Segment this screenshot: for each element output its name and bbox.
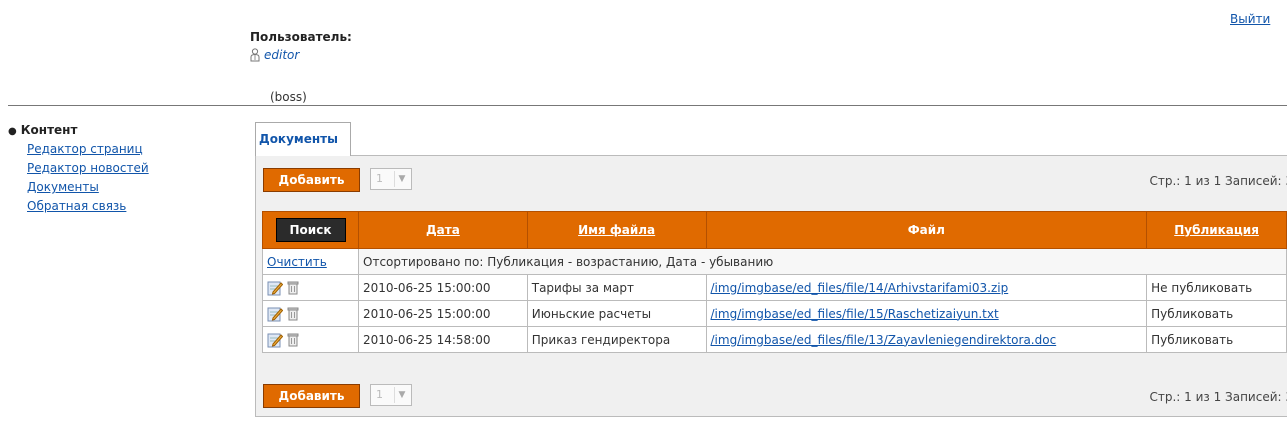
user-row: editor [250,48,352,62]
cell-name: Тарифы за март [526,274,707,301]
clear-cell: Очистить [261,248,360,275]
search-header: Поиск [261,211,360,249]
page-select-top[interactable]: 1 ▼ [370,168,412,190]
page-select-bottom[interactable]: 1 ▼ [370,384,412,406]
edit-icon[interactable] [267,280,283,296]
user-role: (boss) [270,90,307,104]
sidebar-item-news-editor[interactable]: Редактор новостей [27,161,149,175]
page-select-value: 1 [376,388,383,401]
chevron-down-icon: ▼ [394,387,409,403]
trash-icon[interactable] [287,280,299,296]
documents-table: Поиск Дата Имя файла Файл Публикация Очи… [261,211,1287,353]
cell-date: 2010-06-25 14:58:00 [358,326,528,353]
sidebar-item-documents[interactable]: Документы [27,180,149,194]
trash-icon[interactable] [287,332,299,348]
cell-date: 2010-06-25 15:00:00 [358,274,528,301]
column-header-date: Дата [358,211,528,249]
file-link[interactable]: /img/imgbase/ed_files/file/14/Arhivstari… [711,281,1009,295]
file-link[interactable]: /img/imgbase/ed_files/file/13/Zayavlenie… [711,333,1057,347]
cell-name: Приказ гендиректора [526,326,707,353]
table-header-row: Поиск Дата Имя файла Файл Публикация [261,211,1287,249]
user-block: Пользователь: editor [250,30,352,62]
table-row: 2010-06-25 15:00:00 Тарифы за март /img/… [261,274,1287,301]
sort-by-date-link[interactable]: Дата [426,223,460,237]
sidebar-item-feedback[interactable]: Обратная связь [27,199,149,213]
cell-date: 2010-06-25 15:00:00 [358,300,528,327]
cell-file: /img/imgbase/ed_files/file/15/Raschetiza… [705,300,1148,327]
page-select-value: 1 [376,172,383,185]
sidebar: ● Контент Редактор страниц Редактор новос… [8,123,149,213]
cell-file: /img/imgbase/ed_files/file/13/Zayavlenie… [705,326,1148,353]
sort-by-filename-link[interactable]: Имя файла [578,223,655,237]
filter-row: Очистить Отсортировано по: Публикация - … [261,248,1287,275]
user-name[interactable]: editor [264,48,299,62]
sidebar-section-label: Контент [20,123,78,137]
file-column-label: Файл [907,223,945,237]
row-actions [261,300,360,327]
logout-link[interactable]: Выйти [1230,12,1270,26]
sidebar-item-page-editor[interactable]: Редактор страниц [27,142,149,156]
tab-documents[interactable]: Документы [255,122,351,156]
cell-publication: Публиковать [1146,326,1287,353]
table-row: 2010-06-25 14:58:00 Приказ гендиректора … [261,326,1287,353]
row-actions [261,326,360,353]
user-icon [250,48,260,62]
sidebar-section-title: ● Контент [8,123,149,137]
trash-icon[interactable] [287,306,299,322]
table-row: 2010-06-25 15:00:00 Июньские расчеты /im… [261,300,1287,327]
pager-top: Стр.: 1 из 1 Записей: 3 [1149,174,1287,188]
cell-publication: Не публиковать [1146,274,1287,301]
tab-documents-label: Документы [259,132,338,146]
sort-by-publication-link[interactable]: Публикация [1174,223,1259,237]
add-button-top[interactable]: Добавить [263,168,360,192]
user-label: Пользователь: [250,30,352,44]
pager-bottom: Стр.: 1 из 1 Записей: 3 [1149,390,1287,404]
cell-file: /img/imgbase/ed_files/file/14/Arhivstari… [705,274,1148,301]
column-header-file: Файл [705,211,1148,249]
search-button[interactable]: Поиск [275,218,346,242]
bullet-icon: ● [8,126,17,137]
cell-name: Июньские расчеты [526,300,707,327]
column-header-filename: Имя файла [526,211,707,249]
add-button-bottom[interactable]: Добавить [263,384,360,408]
header-divider [8,105,1287,106]
clear-filter-link[interactable]: Очистить [267,255,327,269]
file-link[interactable]: /img/imgbase/ed_files/file/15/Raschetiza… [711,307,999,321]
row-actions [261,274,360,301]
sort-info: Отсортировано по: Публикация - возрастан… [358,248,1287,275]
column-header-publication: Публикация [1146,211,1287,249]
chevron-down-icon: ▼ [394,171,409,187]
cell-publication: Публиковать [1146,300,1287,327]
edit-icon[interactable] [267,332,283,348]
edit-icon[interactable] [267,306,283,322]
